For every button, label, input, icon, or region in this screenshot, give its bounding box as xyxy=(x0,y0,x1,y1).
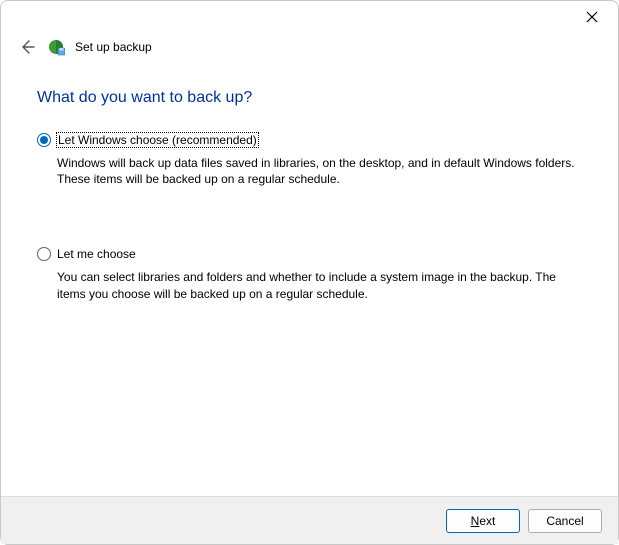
wizard-header: Set up backup xyxy=(1,33,618,65)
back-button[interactable] xyxy=(17,37,37,57)
next-button[interactable]: Next xyxy=(446,509,520,533)
titlebar xyxy=(1,1,618,33)
option-let-me-choose: Let me choose You can select libraries a… xyxy=(37,247,582,301)
option-desc-let-me-choose: You can select libraries and folders and… xyxy=(57,269,577,301)
cancel-button[interactable]: Cancel xyxy=(528,509,602,533)
option-desc-windows-choose: Windows will back up data files saved in… xyxy=(57,155,577,187)
option-label-windows-choose[interactable]: Let Windows choose (recommended) xyxy=(57,133,258,147)
page-heading: What do you want to back up? xyxy=(37,89,582,107)
close-button[interactable] xyxy=(578,3,606,31)
option-label-let-me-choose[interactable]: Let me choose xyxy=(57,247,136,261)
option-head[interactable]: Let Windows choose (recommended) xyxy=(37,133,582,147)
backup-app-icon xyxy=(47,38,65,56)
close-icon xyxy=(586,11,598,23)
radio-let-me-choose[interactable] xyxy=(37,247,51,261)
wizard-content: What do you want to back up? Let Windows… xyxy=(1,65,618,302)
wizard-footer: Next Cancel xyxy=(1,496,618,544)
option-head[interactable]: Let me choose xyxy=(37,247,582,261)
option-windows-choose: Let Windows choose (recommended) Windows… xyxy=(37,133,582,187)
wizard-title: Set up backup xyxy=(75,40,152,54)
back-arrow-icon xyxy=(19,39,35,55)
backup-globe-icon xyxy=(47,38,65,56)
radio-windows-choose[interactable] xyxy=(37,133,51,147)
